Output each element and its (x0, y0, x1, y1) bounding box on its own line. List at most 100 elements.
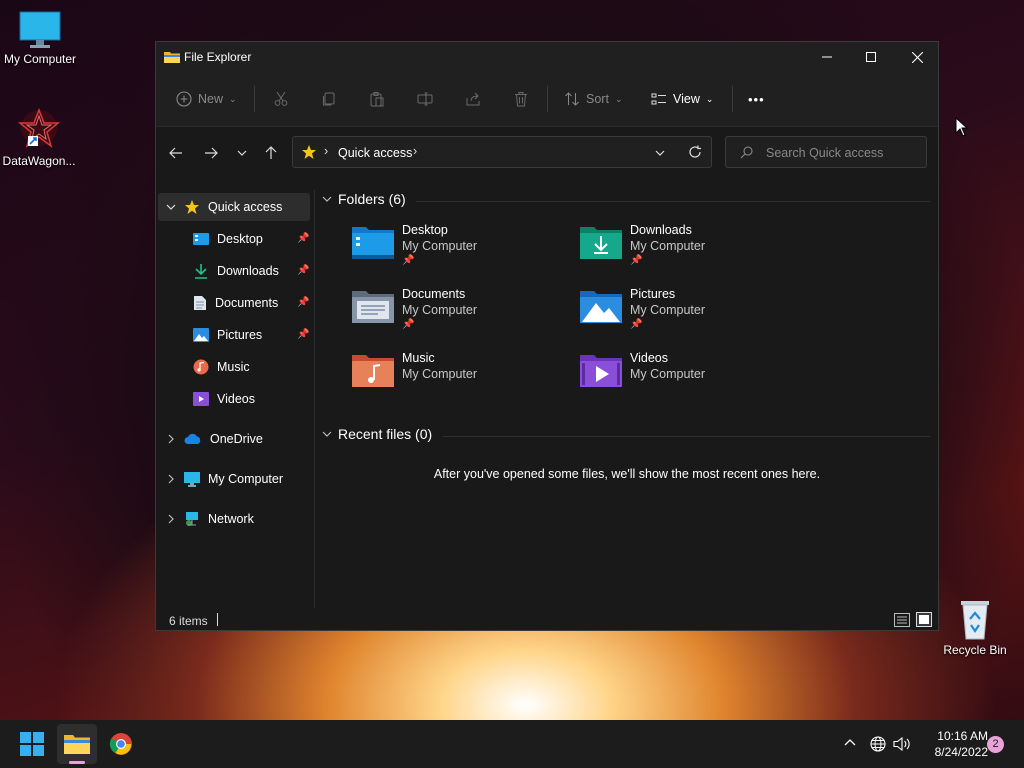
sidebar-item-onedrive[interactable]: OneDrive (166, 425, 263, 453)
trash-icon (515, 92, 527, 107)
address-dropdown-icon[interactable] (655, 148, 665, 158)
videos-folder-icon (580, 355, 622, 387)
folder-tile-documents[interactable]: Documents My Computer 📌 (352, 287, 572, 343)
sidebar-item-quick-access[interactable]: Quick access (166, 193, 282, 221)
music-folder-icon (352, 355, 394, 387)
paste-button[interactable] (369, 84, 385, 114)
folder-location: My Computer (402, 367, 478, 381)
arrow-left-icon (169, 147, 182, 159)
clock-time: 10:16 AM (937, 729, 988, 743)
sidebar-item-label: OneDrive (210, 432, 263, 446)
sort-icon (565, 92, 579, 106)
video-icon (193, 392, 209, 406)
delete-button[interactable] (513, 84, 529, 114)
folder-tile-videos[interactable]: Videos My Computer (580, 351, 800, 407)
sort-button[interactable]: Sort ⌄ (564, 84, 622, 114)
sidebar-item-label: Network (208, 512, 254, 526)
folder-tile-pictures[interactable]: Pictures My Computer 📌 (580, 287, 800, 343)
sidebar-item-label: My Computer (208, 472, 284, 486)
address-bar[interactable]: › Quick access › (292, 136, 712, 168)
music-icon (193, 359, 209, 375)
details-view-icon[interactable] (894, 613, 910, 627)
folder-name: Desktop (402, 223, 448, 237)
close-button[interactable] (894, 42, 940, 72)
clock[interactable]: 10:16 AM 8/24/2022 (918, 728, 988, 760)
chevron-down-icon: ⌄ (614, 93, 623, 104)
desktop-icon-datawagon[interactable]: DataWagon... (0, 106, 79, 168)
sidebar-item-videos[interactable]: Videos (193, 385, 255, 413)
sidebar-item-downloads[interactable]: Downloads (193, 257, 279, 285)
new-label: New (198, 92, 224, 106)
forward-button[interactable] (201, 143, 221, 163)
downloads-folder-icon (580, 227, 622, 259)
cut-button[interactable] (273, 84, 289, 114)
refresh-icon[interactable] (688, 145, 702, 159)
sidebar-item-documents[interactable]: Documents (193, 289, 278, 317)
title-bar[interactable]: File Explorer (156, 42, 938, 72)
view-button[interactable]: View ⌄ (651, 84, 713, 114)
search-placeholder: Search Quick access (766, 146, 884, 160)
pictures-folder-icon (580, 291, 622, 323)
new-button[interactable]: New ⌄ (176, 84, 237, 114)
picture-icon (193, 328, 209, 342)
folder-icon (64, 735, 90, 754)
show-hidden-icons-chevron-icon[interactable] (844, 738, 856, 746)
sidebar-item-my-computer[interactable]: My Computer (166, 465, 283, 493)
desktop-icon-recycle-bin[interactable]: Recycle Bin (935, 597, 1015, 657)
notification-badge[interactable]: 2 (987, 736, 1004, 753)
up-button[interactable] (261, 143, 281, 163)
pin-icon: 📌 (297, 297, 310, 308)
large-icons-view-icon[interactable] (916, 612, 932, 627)
windows-logo-icon (20, 732, 44, 756)
minimize-button[interactable] (804, 42, 850, 72)
taskbar-chrome[interactable] (101, 724, 141, 764)
datawagon-logo-icon (17, 107, 61, 148)
network-globe-icon[interactable] (870, 736, 886, 752)
folder-tile-music[interactable]: Music My Computer (352, 351, 572, 407)
file-explorer-window: File Explorer New ⌄ Sort ⌄ View ⌄ ••• › … (155, 41, 939, 631)
pin-icon: 📌 (297, 265, 310, 276)
folder-tile-downloads[interactable]: Downloads My Computer 📌 (580, 223, 800, 279)
rename-button[interactable] (417, 84, 433, 114)
recent-files-section-header[interactable]: Recent files (0) (322, 426, 432, 442)
folder-location: My Computer (630, 239, 706, 253)
rename-icon (417, 92, 433, 106)
sidebar-item-label: Music (217, 360, 250, 374)
recent-locations-button[interactable] (232, 143, 252, 163)
desktop-icon-my-computer[interactable]: My Computer (0, 10, 80, 66)
download-arrow-icon (195, 264, 207, 279)
view-label: View (673, 92, 700, 106)
chevron-right-icon (168, 474, 174, 484)
folder-tile-desktop[interactable]: Desktop My Computer 📌 (352, 223, 572, 279)
volume-icon[interactable] (893, 736, 911, 752)
breadcrumb-chevron-icon[interactable]: › (413, 144, 417, 158)
cloud-icon (184, 433, 201, 444)
copy-button[interactable] (321, 84, 337, 114)
breadcrumb-separator-icon: › (324, 144, 329, 158)
folder-name: Downloads (630, 223, 692, 237)
more-options-button[interactable]: ••• (748, 84, 765, 114)
window-title: File Explorer (184, 50, 252, 64)
breadcrumb-quick-access[interactable]: Quick access (338, 146, 412, 160)
close-icon (911, 51, 923, 63)
monitor-icon (19, 11, 61, 48)
sidebar-item-desktop[interactable]: Desktop (193, 225, 263, 253)
folder-location: My Computer (402, 239, 478, 253)
chevron-down-icon (166, 204, 176, 210)
sidebar-item-label: Downloads (217, 264, 279, 278)
search-box[interactable]: Search Quick access (725, 136, 927, 168)
taskbar-file-explorer[interactable] (57, 724, 97, 764)
start-button[interactable] (12, 724, 52, 764)
maximize-button[interactable] (848, 42, 894, 72)
folders-section-header[interactable]: Folders (6) (322, 191, 406, 207)
sidebar-item-music[interactable]: Music (193, 353, 250, 381)
pin-icon: 📌 (402, 319, 415, 330)
taskbar: 10:16 AM 8/24/2022 2 (0, 720, 1024, 768)
desktop-icon-label: DataWagon... (2, 154, 76, 168)
share-button[interactable] (465, 84, 481, 114)
back-button[interactable] (166, 143, 186, 163)
copy-icon (323, 92, 335, 106)
maximize-icon (866, 52, 876, 62)
sidebar-item-pictures[interactable]: Pictures (193, 321, 262, 349)
sidebar-item-network[interactable]: Network (166, 505, 254, 533)
